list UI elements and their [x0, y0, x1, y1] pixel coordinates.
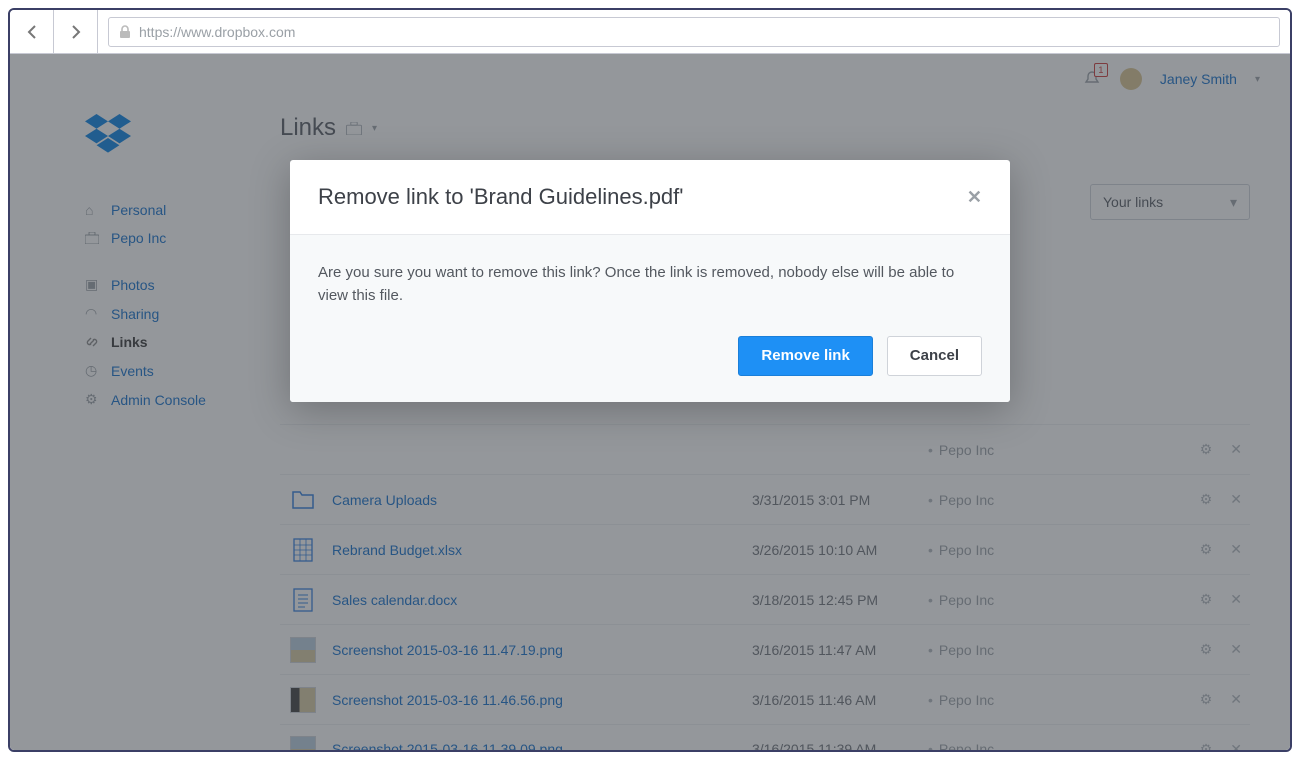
modal-title: Remove link to 'Brand Guidelines.pdf' [318, 184, 683, 210]
remove-link-modal: Remove link to 'Brand Guidelines.pdf' ✕ … [290, 160, 1010, 402]
button-label: Remove link [761, 347, 849, 364]
forward-button[interactable] [54, 10, 98, 54]
back-button[interactable] [10, 10, 54, 54]
button-label: Cancel [910, 347, 959, 364]
modal-overlay[interactable] [10, 54, 1290, 750]
close-icon[interactable]: ✕ [967, 187, 982, 208]
url-bar[interactable]: https://www.dropbox.com [108, 17, 1280, 47]
url-text: https://www.dropbox.com [139, 24, 295, 40]
modal-body-text: Are you sure you want to remove this lin… [318, 264, 954, 304]
remove-link-button[interactable]: Remove link [738, 336, 872, 376]
lock-icon [119, 25, 131, 39]
cancel-button[interactable]: Cancel [887, 336, 982, 376]
browser-bar: https://www.dropbox.com [10, 10, 1290, 54]
